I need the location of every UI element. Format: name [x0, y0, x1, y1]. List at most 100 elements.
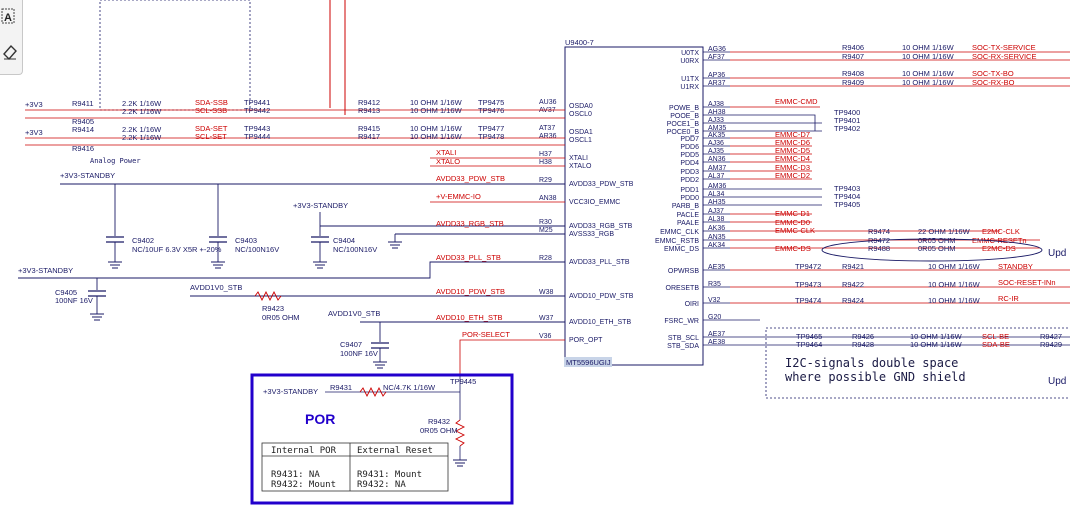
net-label: XTALI: [436, 148, 456, 157]
pin-name: VCC3IO_EMMC: [569, 199, 620, 206]
resistor-ref: R9488: [868, 244, 890, 253]
pin-ball: AJ38: [708, 101, 724, 108]
pin-name: AVDD10_ETH_STB: [569, 319, 631, 326]
resistor-value: 22 OHM 1/16W: [918, 227, 971, 236]
resistor-value: 2.2K 1/16W: [122, 133, 162, 142]
left-power-wires: +3V3-STANDBY AVDD33_PDW_STB +V-EMMC-IO +…: [18, 171, 565, 376]
pin-ball: AT37: [539, 125, 555, 132]
pin-ball: H37: [539, 151, 552, 158]
resistor-ref: R9431: [330, 383, 352, 392]
table-cell: R9432: NA: [357, 480, 406, 490]
testpoint-label: TP9478: [478, 132, 504, 141]
pin-ball: AN38: [539, 195, 557, 202]
testpoint-label: TP9473: [795, 280, 821, 289]
pin-ball: AM37: [708, 165, 726, 172]
net-label: AVDD10_ETH_STB: [436, 313, 503, 322]
pin-name: AVDD33_RGB_STB: [569, 223, 633, 230]
net-label: RC-IR: [998, 294, 1019, 303]
chip-right-pins: AG36 U0TX AF37 U0RX AP36 U1TX AR37 U1RX AJ38 POWE…: [655, 46, 730, 350]
pin-ball: R28: [539, 255, 552, 262]
table-header: External Reset: [357, 446, 433, 456]
resistor-ref: R9474: [868, 227, 890, 236]
right-nets: R9406 10 OHM 1/16W SOC-TX-SERVICE R9407 …: [730, 43, 1070, 399]
resistor-ref: R9417: [358, 132, 380, 141]
pin-name: POCE0_B: [667, 129, 700, 136]
pin-name: U0TX: [681, 50, 699, 57]
pin-ball: R30: [539, 219, 552, 226]
pin-ball: V32: [708, 297, 721, 304]
resistor-value: 0R05 OHM: [420, 426, 458, 435]
net-label: EMMC-DS: [775, 244, 811, 253]
resistor-ref: R9413: [358, 106, 380, 115]
pin-ball: AJ36: [708, 140, 724, 147]
cap-value: 100NF 16V: [340, 349, 378, 358]
cap-value: NC/10UF 6.3V X5R +-20%: [132, 245, 222, 254]
pin-ball: AF37: [708, 54, 725, 61]
net-label: SOC-RX-BO: [972, 78, 1015, 87]
testpoint-label: TP9472: [795, 262, 821, 271]
pin-name: AVDD33_PDW_STB: [569, 181, 634, 188]
pin-name: AVDD33_PLL_STB: [569, 259, 630, 266]
resistor-ref: R9421: [842, 262, 864, 271]
pin-name: OIRI: [685, 301, 699, 308]
net-label: EMMC-CMD: [775, 97, 818, 106]
pin-name: EMMC_CLK: [660, 229, 699, 236]
text-select-icon[interactable]: A: [0, 6, 20, 34]
net-label: E2MC-CLK: [982, 227, 1020, 236]
pin-name: PDD1: [680, 187, 699, 194]
pin-name: OSDA1: [569, 129, 593, 136]
i2c-note-line2: where possible GND shield: [785, 370, 966, 384]
pin-name: U1TX: [681, 76, 699, 83]
pin-ball: AE35: [708, 264, 725, 271]
testpoint-label: TP9444: [244, 132, 270, 141]
pin-name: PDD7: [680, 136, 699, 143]
resistor-ref: R9432: [428, 417, 450, 426]
rail-label: +3V3-STANDBY: [293, 201, 348, 210]
rail-label: AVDD1V0_STB: [190, 283, 242, 292]
pin-name: OSCL1: [569, 137, 592, 144]
pin-name: AVDD10_PDW_STB: [569, 293, 634, 300]
pin-ball: AK36: [708, 225, 725, 232]
net-label: EMMC-D1: [775, 209, 810, 218]
resistor-ref: R9424: [842, 296, 864, 305]
testpoint-label: TP9474: [795, 296, 821, 305]
resistor-value: 10 OHM 1/16W: [410, 106, 463, 115]
i2c-note-line1: I2C-signals double space: [785, 356, 958, 370]
pin-ball: AH35: [708, 199, 726, 206]
resistor-ref: R9411: [72, 99, 94, 108]
pin-ball: V36: [539, 333, 552, 340]
pin-name: OSDA0: [569, 103, 593, 110]
cap-value: 100NF 16V: [55, 296, 93, 305]
pin-name: PARB_B: [672, 203, 699, 210]
pin-name: PAALE: [677, 220, 699, 227]
cap-ref: C9403: [235, 236, 257, 245]
upd-label: Upd: [1048, 248, 1066, 259]
resistor-value: 10 OHM 1/16W: [902, 43, 955, 52]
pin-name: POWE_B: [669, 105, 699, 112]
testpoint-label: TP9405: [834, 200, 860, 209]
pin-name: POOE_B: [670, 113, 699, 120]
pin-ball: AV37: [539, 107, 556, 114]
pin-name: STB_SCL: [668, 335, 699, 342]
resistor-ref: R9407: [842, 52, 864, 61]
pin-name: AVSS33_RGB: [569, 231, 614, 238]
rail-label: +3V3-STANDBY: [18, 266, 73, 275]
pin-name: PDD2: [680, 177, 699, 184]
testpoint-label: TP9445: [450, 377, 476, 386]
net-label: EMMC-D2: [775, 171, 810, 180]
pin-name: PACLE: [677, 212, 700, 219]
pin-name: ORESETB: [666, 285, 700, 292]
pin-name: POR_OPT: [569, 337, 603, 344]
eraser-icon[interactable]: [0, 40, 20, 68]
net-label: SOC-RX-SERVICE: [972, 52, 1036, 61]
upd-label: Upd: [1048, 376, 1066, 387]
pin-ball: AL34: [708, 191, 724, 198]
cap-ref: C9404: [333, 236, 355, 245]
pin-ball: AJ37: [708, 208, 724, 215]
resistor-value: NC/4.7K 1/16W: [383, 383, 436, 392]
resistor-value: 10 OHM 1/16W: [410, 132, 463, 141]
pin-name: U1RX: [680, 84, 699, 91]
osc-block: +3V3 +3V3 R9411 2.2K 1/16W R9405 2.2K 1/…: [25, 98, 565, 165]
chip-part: MT5596UGIJ: [566, 358, 611, 367]
pin-ball: AM35: [708, 125, 726, 132]
